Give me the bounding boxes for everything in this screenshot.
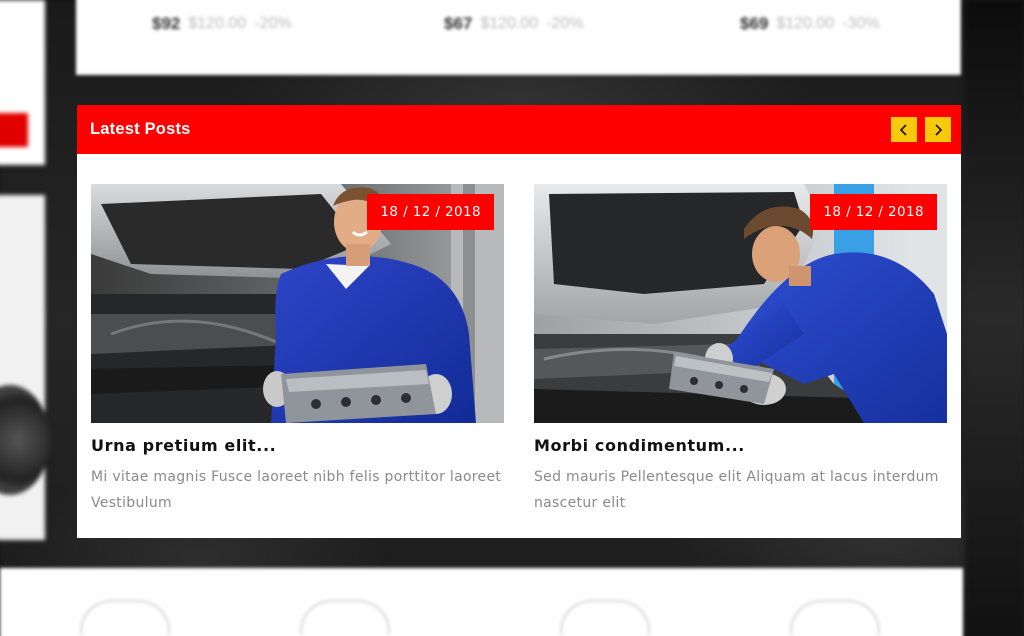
post-title[interactable]: Morbi condimentum... [534,436,947,455]
post-image[interactable]: 18 / 12 / 2018 [91,184,504,423]
side-card [0,195,50,540]
post-image[interactable]: 18 / 12 / 2018 [534,184,947,423]
carousel-nav [891,117,951,142]
product-price: $69 $120.00 -30% [740,14,880,33]
brand-logo [560,600,650,636]
chevron-left-icon [899,123,907,136]
chevron-right-icon [935,123,943,136]
brand-strip [0,568,963,636]
post-date-badge: 18 / 12 / 2018 [810,194,937,230]
products-panel [76,0,961,75]
background-edge [965,0,1024,636]
post-date-badge: 18 / 12 / 2018 [367,194,494,230]
latest-posts-header: Latest Posts [77,105,961,154]
brand-logo [300,600,390,636]
post-title[interactable]: Urna pretium elit... [91,436,504,455]
brand-logo [790,600,880,636]
brand-logo [80,600,170,636]
tire-image [0,385,50,495]
side-card-button[interactable] [0,113,28,147]
post-excerpt: Mi vitae magnis Fusce laoreet nibh felis… [91,469,502,511]
post-card[interactable]: 18 / 12 / 2018 Morbi condimentum... Sed … [534,184,947,516]
next-button[interactable] [925,117,951,142]
side-card [0,0,45,165]
post-excerpt: Sed mauris Pellentesque elit Aliquam at … [534,469,939,511]
product-price: $67 $120.00 -20% [444,14,584,33]
prev-button[interactable] [891,117,917,142]
post-card[interactable]: 18 / 12 / 2018 Urna pretium elit... Mi v… [91,184,504,516]
posts-carousel: 18 / 12 / 2018 Urna pretium elit... Mi v… [91,184,947,516]
product-price: $92 $120.00 -20% [152,14,292,33]
section-title: Latest Posts [90,120,191,138]
latest-posts-panel: Latest Posts 18 / 12 / 2018 Urna pretium… [77,105,961,538]
